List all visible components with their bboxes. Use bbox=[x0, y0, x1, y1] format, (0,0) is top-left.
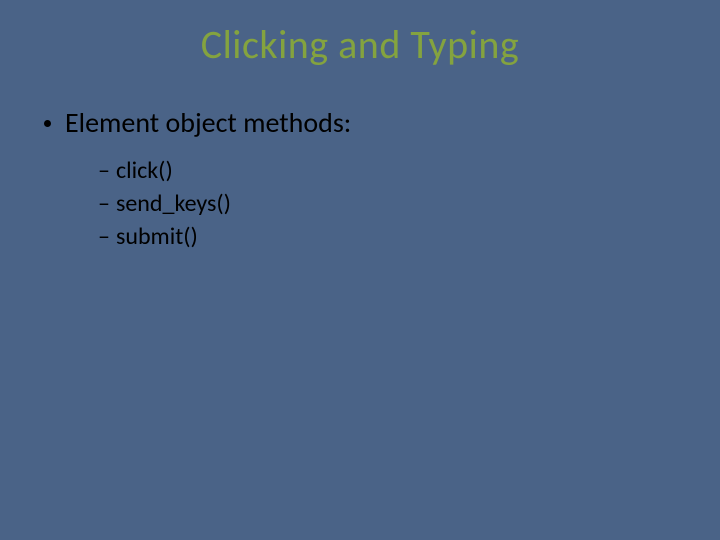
bullet-text: Element object methods: bbox=[65, 105, 351, 140]
list-item: – submit() bbox=[98, 222, 720, 251]
slide-body: Element object methods: – click() – send… bbox=[0, 69, 720, 251]
bullet-item: Element object methods: bbox=[44, 105, 720, 140]
dash-icon: – bbox=[98, 159, 110, 183]
sub-item-text: submit() bbox=[116, 222, 198, 251]
list-item: – click() bbox=[98, 156, 720, 185]
slide-title: Clicking and Typing bbox=[0, 0, 720, 69]
list-item: – send_keys() bbox=[98, 189, 720, 218]
dash-icon: – bbox=[98, 225, 110, 249]
sub-item-text: click() bbox=[116, 156, 173, 185]
sub-item-text: send_keys() bbox=[116, 189, 231, 218]
bullet-icon bbox=[44, 120, 51, 127]
dash-icon: – bbox=[98, 192, 110, 216]
sub-list: – click() – send_keys() – submit() bbox=[44, 146, 720, 251]
